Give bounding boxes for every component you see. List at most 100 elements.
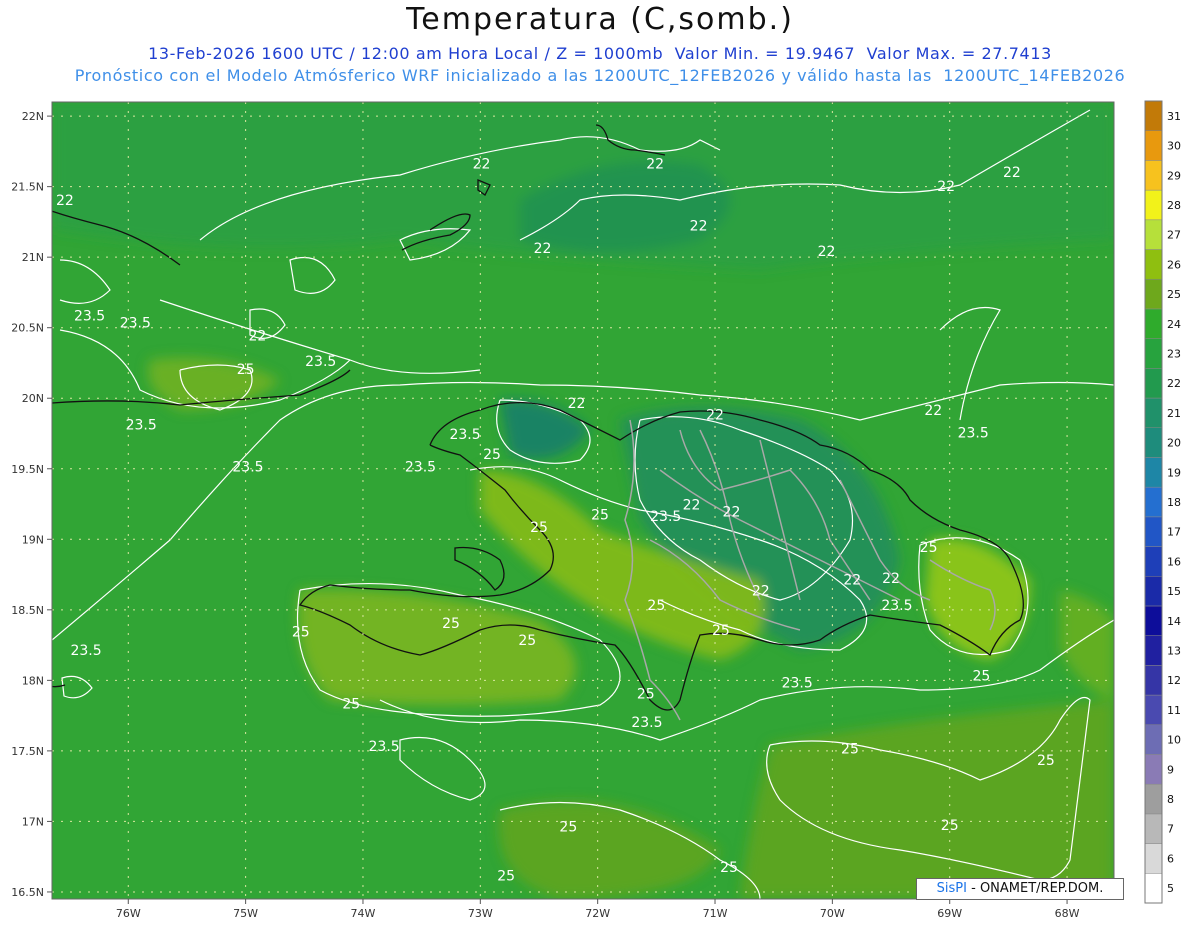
lon-tick-label: 71W [703, 907, 728, 920]
colorbar-label: 15 [1167, 585, 1181, 598]
lat-tick-label: 19.5N [11, 463, 44, 476]
colorbar-swatch [1144, 694, 1163, 726]
colorbar-label: 6 [1167, 852, 1174, 865]
contour-label: 22 [752, 584, 770, 600]
colorbar-swatch [1144, 635, 1163, 666]
lat-tick-label: 18.5N [11, 604, 44, 617]
contour-label: 22 [924, 403, 942, 419]
lon-tick-label: 68W [1055, 907, 1080, 920]
contour-label: 22 [818, 244, 836, 260]
contour-label: 25 [712, 623, 730, 639]
contour-label: 23.5 [305, 354, 336, 370]
contour-label: 22 [937, 179, 955, 195]
colorbar-swatch [1144, 754, 1163, 785]
contour-label: 22 [690, 218, 708, 234]
contour-label: 22 [248, 328, 266, 344]
lon-tick-label: 70W [820, 907, 845, 920]
colorbar-label: 27 [1167, 229, 1181, 242]
contour-label: 25 [518, 633, 536, 649]
colorbar-swatch [1144, 516, 1163, 547]
contour-label: 22 [882, 571, 900, 587]
contour-label: 22 [706, 407, 724, 423]
contour-label: 25 [841, 742, 859, 758]
contour-label: 23.5 [449, 427, 480, 443]
contour-label: 25 [483, 447, 501, 463]
lat-tick-label: 16.5N [11, 886, 44, 899]
colorbar-swatch [1144, 486, 1163, 518]
credit-box: SisPI - ONAMET/REP.DOM. [916, 878, 1124, 900]
contour-label: 22 [568, 396, 586, 412]
contour-label: 25 [442, 616, 460, 632]
colorbar-swatch [1144, 249, 1163, 280]
colorbar-label: 19 [1167, 466, 1181, 479]
contour-label: 25 [497, 869, 515, 885]
colorbar-label: 14 [1167, 615, 1181, 628]
contour-label: 23.5 [631, 715, 662, 731]
colorbar-label: 21 [1167, 407, 1181, 420]
credit-brand: SisPI [936, 881, 967, 896]
colorbar-swatch [1144, 665, 1163, 696]
contour-label: 25 [342, 697, 360, 713]
colorbar-label: 17 [1167, 526, 1181, 539]
colorbar-swatch [1144, 278, 1163, 310]
colorbar-label: 24 [1167, 318, 1181, 331]
contour-label: 25 [647, 598, 665, 614]
contour-label: 22 [1003, 165, 1021, 181]
contour-label: 23.5 [70, 643, 101, 659]
contour-label: 25 [637, 687, 655, 703]
colorbar-swatch [1144, 160, 1163, 191]
contour-label: 25 [941, 818, 959, 834]
lon-tick-label: 73W [468, 907, 493, 920]
lon-tick-label: 72W [585, 907, 610, 920]
contour-label: 23.5 [782, 675, 813, 691]
contour-label: 25 [292, 625, 310, 641]
colorbar-label: 7 [1167, 823, 1174, 836]
contour-label: 25 [920, 540, 938, 556]
contour-label: 25 [237, 362, 255, 378]
colorbar-swatch [1144, 368, 1163, 399]
contour-label: 22 [534, 241, 552, 257]
lon-tick-label: 74W [351, 907, 376, 920]
colorbar-swatch [1144, 338, 1163, 369]
colorbar-label: 10 [1167, 734, 1181, 747]
lon-tick-label: 75W [233, 907, 258, 920]
contour-label: 23.5 [120, 316, 151, 332]
colorbar-swatch [1144, 843, 1163, 874]
colorbar-swatch [1144, 576, 1163, 607]
colorbar-label: 30 [1167, 140, 1181, 153]
contour-label: 22 [473, 156, 491, 172]
colorbar-swatch [1144, 873, 1163, 904]
colorbar: 5 6 7 8 9 10 11 12 13 14 15 16 17 18 19 20 21 22 23 24 25 26 2… [1144, 100, 1181, 904]
lat-tick-label: 21N [22, 251, 44, 264]
colorbar-swatch [1144, 130, 1163, 161]
colorbar-label: 31 [1167, 110, 1181, 123]
colorbar-label: 26 [1167, 258, 1181, 271]
colorbar-label: 29 [1167, 169, 1181, 182]
lat-tick-label: 22N [22, 110, 44, 123]
colorbar-swatch [1144, 100, 1163, 131]
colorbar-swatch [1144, 605, 1163, 636]
contour-label: 25 [591, 508, 609, 524]
lat-tick-label: 20.5N [11, 322, 44, 335]
colorbar-swatch [1144, 783, 1163, 815]
lon-tick-label: 76W [116, 907, 141, 920]
contour-label: 23.5 [74, 309, 105, 325]
colorbar-label: 12 [1167, 674, 1181, 687]
colorbar-label: 28 [1167, 199, 1181, 212]
colorbar-label: 25 [1167, 288, 1181, 301]
lat-tick-label: 18N [22, 674, 44, 687]
contour-label: 23.5 [958, 426, 989, 442]
contour-label: 23.5 [126, 417, 157, 433]
contour-label: 22 [723, 505, 741, 521]
lon-tick-label: 69W [937, 907, 962, 920]
colorbar-swatch [1144, 457, 1163, 488]
colorbar-swatch [1144, 397, 1163, 428]
contour-label: 25 [1037, 753, 1055, 769]
contour-label: 25 [530, 520, 548, 536]
colorbar-label: 13 [1167, 645, 1181, 658]
colorbar-swatch [1144, 308, 1163, 339]
temperature-map: 22 22222222222222222222 2222 222222 2223.5 23… [11, 100, 1181, 920]
contour-label: 23.5 [881, 598, 912, 614]
colorbar-label: 9 [1167, 763, 1174, 776]
colorbar-label: 16 [1167, 555, 1181, 568]
